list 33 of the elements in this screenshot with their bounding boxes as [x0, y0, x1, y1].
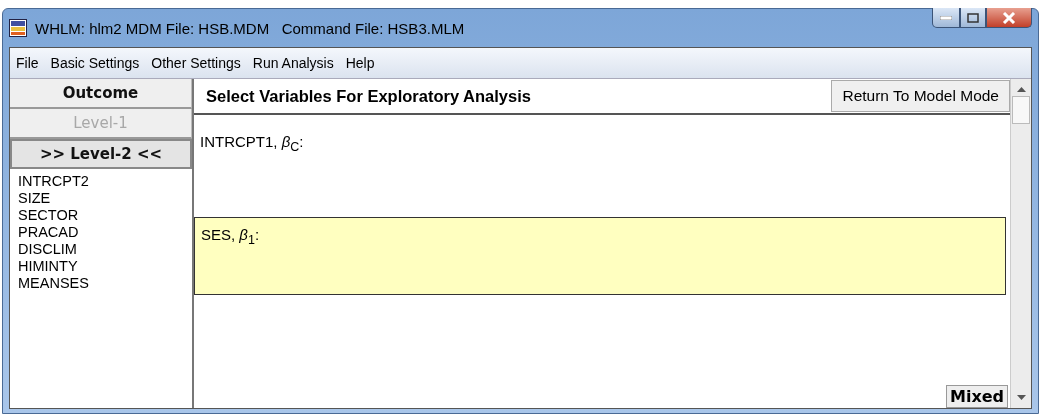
variable-item[interactable]: MEANSES — [18, 275, 184, 292]
level-tab[interactable]: >> Level-2 << — [10, 139, 192, 169]
minimize-button[interactable] — [932, 8, 960, 28]
menu-item[interactable]: Other Settings — [145, 55, 247, 71]
equation-row[interactable]: SES, β$_{1}$: — [194, 217, 1006, 295]
panel-heading: Select Variables For Exploratory Analysis — [205, 86, 532, 106]
equation-text: SES, β$_{1}$: — [201, 226, 260, 243]
variable-item[interactable]: DISCLIM — [18, 241, 184, 258]
scroll-up-icon[interactable] — [1016, 87, 1026, 92]
minimize-icon — [940, 15, 952, 20]
variable-item[interactable]: INTRCPT2 — [18, 173, 184, 190]
close-icon — [1002, 11, 1016, 24]
vertical-scrollbar[interactable] — [1010, 79, 1031, 408]
return-to-model-button[interactable]: Return To Model Mode — [831, 80, 1010, 112]
close-button[interactable] — [986, 8, 1032, 28]
window-title: WHLM: hlm2 MDM File: HSB.MDM Command File: HSB3.MLM — [35, 19, 466, 37]
maximize-button[interactable] — [960, 8, 986, 28]
variable-item[interactable]: HIMINTY — [18, 258, 184, 275]
menu-item[interactable]: File — [10, 55, 45, 71]
menu-item[interactable]: Run Analysis — [246, 55, 340, 71]
menu-item[interactable]: Basic Settings — [44, 55, 146, 71]
equation-text: INTRCPT1, β$_{C}$: — [200, 133, 304, 150]
mixed-button[interactable]: Mixed — [945, 385, 1008, 408]
equation-row[interactable]: INTRCPT1, β$_{C}$: — [194, 125, 1010, 181]
scrollbar-thumb[interactable] — [1012, 96, 1030, 124]
app-icon — [9, 19, 27, 37]
scroll-down-icon[interactable] — [1016, 395, 1026, 400]
variable-item[interactable]: PRACAD — [18, 224, 184, 241]
level-tab[interactable]: Outcome — [10, 79, 192, 109]
maximize-icon — [967, 12, 979, 23]
menu-item[interactable]: Help — [339, 55, 381, 71]
variable-item[interactable]: SECTOR — [18, 207, 184, 224]
variable-item[interactable]: SIZE — [18, 190, 184, 207]
